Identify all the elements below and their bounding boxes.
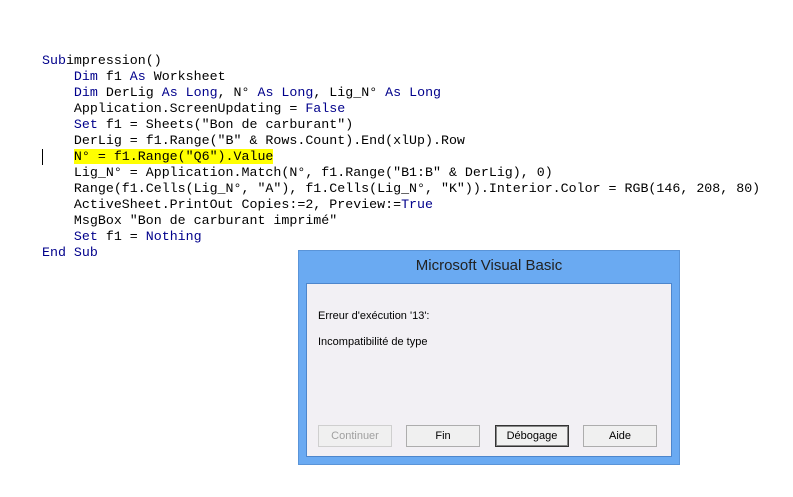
- code-line[interactable]: N° = f1.Range("Q6").Value: [42, 149, 760, 165]
- text-cursor: [42, 149, 43, 165]
- code-editor[interactable]: Subimpression() Dim f1 As Worksheet Dim …: [42, 53, 760, 261]
- help-button[interactable]: Aide: [583, 425, 657, 447]
- code-keyword: True: [401, 197, 433, 212]
- code-keyword: Dim: [73, 85, 98, 100]
- code-keyword: As: [129, 69, 146, 84]
- code-keyword: Set: [73, 117, 98, 132]
- code-keyword: As Long: [257, 85, 314, 100]
- code-line[interactable]: Dim f1 As Worksheet: [42, 69, 760, 85]
- code-line[interactable]: Set f1 = Sheets("Bon de carburant"): [42, 117, 760, 133]
- code-text: f1 =: [97, 229, 146, 244]
- highlighted-statement: N° = f1.Range("Q6").Value: [73, 149, 274, 164]
- code-text: DerLig = f1.Range("B" & Rows.Count).End(…: [42, 133, 465, 148]
- code-text: MsgBox "Bon de carburant imprimé": [42, 213, 338, 228]
- code-text: DerLig: [97, 85, 162, 100]
- code-text: Lig_N° = Application.Match(N°, f1.Range(…: [42, 165, 553, 180]
- debug-button[interactable]: Débogage: [495, 425, 569, 447]
- code-keyword: As Long: [161, 85, 218, 100]
- code-text: , Lig_N°: [313, 85, 386, 100]
- code-line[interactable]: Subimpression(): [42, 53, 760, 69]
- error-label: Erreur d'exécution '13':: [318, 310, 430, 322]
- code-text: ActiveSheet.PrintOut Copies:=2, Preview:…: [42, 197, 402, 212]
- code-keyword: False: [305, 101, 346, 116]
- end-button[interactable]: Fin: [406, 425, 480, 447]
- code-text: f1 = Sheets("Bon de carburant"): [97, 117, 354, 132]
- code-keyword: Set: [73, 229, 98, 244]
- code-keyword: Dim: [73, 69, 98, 84]
- code-line[interactable]: Set f1 = Nothing: [42, 229, 760, 245]
- code-line[interactable]: Range(f1.Cells(Lig_N°, "A"), f1.Cells(Li…: [42, 181, 760, 197]
- code-text: Worksheet: [145, 69, 226, 84]
- code-keyword: End Sub: [42, 245, 98, 260]
- continue-button[interactable]: Continuer: [318, 425, 392, 447]
- code-text: Range(f1.Cells(Lig_N°, "A"), f1.Cells(Li…: [42, 181, 761, 196]
- code-line[interactable]: DerLig = f1.Range("B" & Rows.Count).End(…: [42, 133, 760, 149]
- error-message: Incompatibilité de type: [318, 336, 428, 348]
- code-line[interactable]: Application.ScreenUpdating = False: [42, 101, 760, 117]
- code-line[interactable]: MsgBox "Bon de carburant imprimé": [42, 213, 760, 229]
- code-text: , N°: [217, 85, 258, 100]
- code-text: impression(): [65, 53, 162, 68]
- dialog-body: Erreur d'exécution '13': Incompatibilité…: [306, 283, 672, 457]
- code-keyword: Sub: [42, 53, 66, 68]
- code-keyword: Nothing: [145, 229, 202, 244]
- code-line[interactable]: Lig_N° = Application.Match(N°, f1.Range(…: [42, 165, 760, 181]
- error-dialog: Microsoft Visual Basic Erreur d'exécutio…: [298, 250, 680, 465]
- code-line[interactable]: Dim DerLig As Long, N° As Long, Lig_N° A…: [42, 85, 760, 101]
- code-line[interactable]: ActiveSheet.PrintOut Copies:=2, Preview:…: [42, 197, 760, 213]
- code-keyword: As Long: [385, 85, 442, 100]
- code-text: f1: [97, 69, 130, 84]
- dialog-title: Microsoft Visual Basic: [415, 257, 563, 274]
- code-text: Application.ScreenUpdating =: [42, 101, 306, 116]
